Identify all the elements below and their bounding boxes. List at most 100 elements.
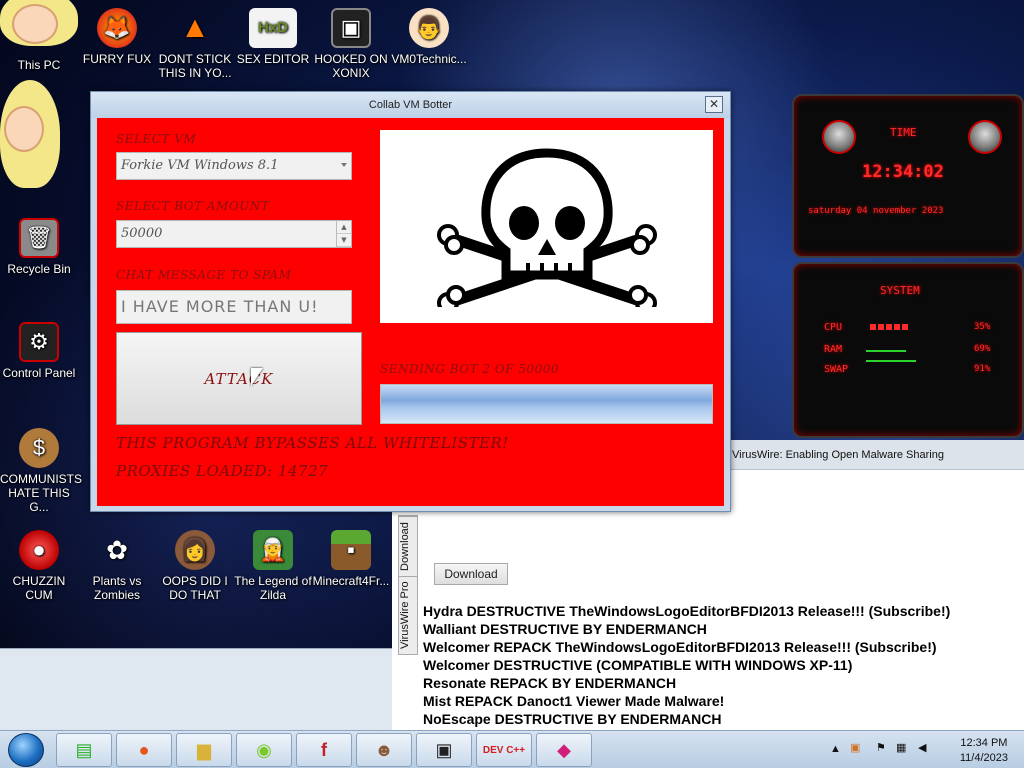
chevron-up-icon[interactable]: ▲ <box>830 743 841 755</box>
taskbar-button-portrait[interactable]: ☻ <box>356 733 412 767</box>
chat-message-input[interactable]: I HAVE MORE THAN U! <box>116 290 352 324</box>
clock[interactable]: 12:34 PM 11/4/2023 <box>960 736 1008 766</box>
swap-label: SWAP <box>824 364 849 375</box>
dialog-body: SELECT VM Forkie VM Windows 8.1 SELECT B… <box>97 118 724 506</box>
desktop-icon-chuzzin-cum[interactable]: ● CHUZZIN CUM <box>0 530 78 602</box>
flag-icon[interactable]: ⚑ <box>876 741 886 754</box>
ram-value: 69% <box>974 344 991 354</box>
progress-bar <box>380 384 713 424</box>
desktop-icon-legend-of-zilda[interactable]: 🧝 The Legend of Zilda <box>234 530 312 602</box>
ram-meter <box>866 350 906 352</box>
taskbar-button-lime[interactable]: ◉ <box>236 733 292 767</box>
window-titlebar[interactable]: Collab VM Botter ✕ <box>91 92 730 118</box>
bot-amount-value: 50000 <box>121 226 163 241</box>
spin-up-icon[interactable]: ▲ <box>337 221 351 234</box>
spin-down-icon[interactable]: ▼ <box>337 234 351 247</box>
vlc-cone-icon: ▲ <box>180 11 210 44</box>
time-title: TIME <box>890 126 917 139</box>
cpu-meter <box>870 324 910 330</box>
desktop: This PC 🦊 FURRY FUX ▲ DONT STICK THIS IN… <box>0 0 1024 730</box>
desktop-icon-communists[interactable]: $ COMMUNISTS HATE THIS G... <box>0 428 82 514</box>
folder-icon: ▆ <box>197 739 211 760</box>
system-monitor-widget: TIME 12:34:02 saturday 04 november 2023 … <box>792 94 1024 438</box>
portrait-icon: ☻ <box>374 739 394 760</box>
flower-icon: ✿ <box>106 535 128 565</box>
bot-amount-stepper[interactable]: 50000 ▲ ▼ <box>116 220 352 248</box>
doctor-icon: 👨 <box>409 8 449 48</box>
desktop-icon-oops[interactable]: 👩 OOPS DID I DO THAT <box>156 530 234 602</box>
taskbar-button-flash[interactable]: f <box>296 733 352 767</box>
desktop-icon-hooked-on-xonix[interactable]: ▣ HOOKED ON XONIX <box>312 8 390 80</box>
taskbar-button-xonix[interactable]: ▣ <box>416 733 472 767</box>
malware-list: Hydra DESTRUCTIVE TheWindowsLogoEditorBF… <box>423 602 1023 728</box>
ram-label: RAM <box>824 344 843 355</box>
swap-value: 91% <box>974 364 991 374</box>
desktop-icon-minecraft[interactable]: ▪ Minecraft4Fr... <box>312 530 390 588</box>
select-vm-value: Forkie VM Windows 8.1 <box>121 158 279 173</box>
progress-fill <box>381 385 712 423</box>
time-value: 12:34:02 <box>862 162 944 182</box>
firefox-icon: ● <box>138 739 150 760</box>
desktop-icon-plants-vs-zombies[interactable]: ✿ Plants vs Zombies <box>78 530 156 602</box>
taskbar: ▤ ● ▆ ◉ f ☻ ▣ DEV C++ ◆ ▲ ▣ ⚑ ▦ ◀ 12:34 … <box>0 730 1024 768</box>
taskbar-button-notes[interactable]: ▤ <box>56 733 112 767</box>
desktop-icon-furry-fux[interactable]: 🦊 FURRY FUX <box>78 8 156 66</box>
network-icon[interactable]: ▦ <box>896 741 906 754</box>
app-tray-icon[interactable]: ▣ <box>850 741 860 754</box>
notes-icon: ▤ <box>75 739 93 760</box>
collab-vm-botter-window: Collab VM Botter ✕ SELECT VM Forkie VM W… <box>90 91 731 512</box>
bypass-text: THIS PROGRAM BYPASSES ALL WHITELISTER! <box>116 434 509 452</box>
desktop-icon-dont-stick[interactable]: ▲ DONT STICK THIS IN YO... <box>156 8 234 81</box>
desktop-icon-vm0technic[interactable]: 👨 VM0Technic... <box>390 8 468 66</box>
download-button[interactable]: Download <box>434 563 508 585</box>
devcpp-icon: DEV C++ <box>482 744 526 756</box>
xonix-icon: ▣ <box>435 739 453 760</box>
list-item[interactable]: Welcomer DESTRUCTIVE (COMPATIBLE WITH WI… <box>423 656 1023 674</box>
window-title: Collab VM Botter <box>368 99 453 111</box>
list-item[interactable]: Resonate REPACK BY ENDERMANCH <box>423 674 1023 692</box>
status-label: SENDING BOT 2 OF 50000 <box>380 362 560 376</box>
list-item[interactable]: Welcomer REPACK TheWindowsLogoEditorBFDI… <box>423 638 1023 656</box>
swap-meter <box>866 360 916 362</box>
start-button[interactable] <box>8 733 44 767</box>
select-vm-dropdown[interactable]: Forkie VM Windows 8.1 <box>116 152 352 180</box>
taskbar-button-explorer[interactable]: ▆ <box>176 733 232 767</box>
firefox-icon: 🦊 <box>97 8 137 48</box>
desktop-icon-control-panel[interactable]: ⚙ Control Panel <box>0 322 78 380</box>
skull-image <box>380 130 713 323</box>
taskbar-button-firefox[interactable]: ● <box>116 733 172 767</box>
grass-block-icon: ▪ <box>331 530 371 570</box>
flash-icon: f <box>321 739 327 760</box>
list-item[interactable]: Hydra DESTRUCTIVE TheWindowsLogoEditorBF… <box>423 602 1023 620</box>
chat-message-value: I HAVE MORE THAN U! <box>121 297 319 316</box>
skull-crossbones-icon <box>436 147 657 307</box>
hxd-icon: HxD <box>249 8 297 48</box>
portrait-icon: 👩 <box>175 530 215 570</box>
chevron-down-icon <box>341 163 347 167</box>
cpu-value: 35% <box>974 322 991 332</box>
taskbar-button-devcpp[interactable]: DEV C++ <box>476 733 532 767</box>
alien-head-icon <box>968 120 1002 154</box>
desktop-icon-this-pc[interactable]: This PC <box>0 58 78 72</box>
close-button[interactable]: ✕ <box>705 96 723 113</box>
xonix-icon: ▣ <box>331 8 371 48</box>
list-item[interactable]: Walliant DESTRUCTIVE BY ENDERMANCH <box>423 620 1023 638</box>
attack-button[interactable]: ATTACK <box>116 332 362 425</box>
tab-download[interactable]: Download <box>399 516 417 576</box>
desktop-icon-sex-editor[interactable]: HxD SEX EDITOR <box>234 8 312 66</box>
list-item[interactable]: Mist REPACK Danoct1 Viewer Made Malware! <box>423 692 1023 710</box>
list-item[interactable]: NoEscape DESTRUCTIVE BY ENDERMANCH <box>423 710 1023 728</box>
cartoon-character-image <box>0 80 60 190</box>
spinner[interactable]: ▲ ▼ <box>336 221 351 247</box>
volume-icon[interactable]: ◀ <box>918 741 926 754</box>
app-icon: ◆ <box>557 739 571 760</box>
desktop-icon-recycle-bin[interactable]: 🗑 Recycle Bin <box>0 218 78 276</box>
viruswire-tabs: Download VirusWire Pro <box>398 515 418 655</box>
money-bag-icon: $ <box>19 428 59 468</box>
tab-viruswire-pro[interactable]: VirusWire Pro <box>399 576 417 654</box>
cpu-label: CPU <box>824 322 843 333</box>
taskbar-button-app[interactable]: ◆ <box>536 733 592 767</box>
select-vm-label: SELECT VM <box>116 132 197 146</box>
lime-icon: ◉ <box>256 739 272 760</box>
clock-time: 12:34 PM <box>960 737 1008 749</box>
